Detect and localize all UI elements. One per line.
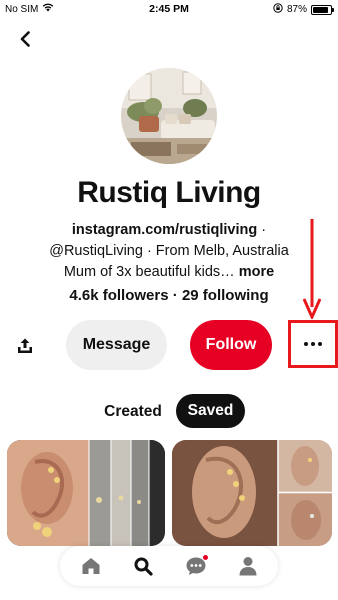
profile-icon	[239, 557, 257, 576]
follow-button[interactable]: Follow	[190, 320, 272, 370]
board-card[interactable]	[7, 440, 165, 546]
more-options-icon	[304, 342, 322, 346]
share-icon	[18, 338, 32, 353]
bio-line-2: @RustiqLiving · From Melb, Australia	[49, 243, 289, 259]
more-options-button[interactable]	[288, 320, 338, 368]
tab-saved[interactable]: Saved	[176, 394, 245, 428]
bio-separator: ·	[257, 222, 267, 238]
bio-text: Mum of 3x beautiful kids…	[63, 264, 235, 280]
bio-line-1: instagram.com/rustiqliving ·	[14, 220, 324, 241]
nav-home[interactable]	[78, 554, 104, 578]
board-cover-image	[7, 440, 165, 546]
chevron-left-icon	[20, 31, 30, 47]
profile-stats: 4.6k followers · 29 following	[0, 287, 338, 304]
nav-messages[interactable]	[183, 554, 209, 578]
followers-count[interactable]: 4.6k followers	[69, 287, 168, 304]
nav-search[interactable]	[130, 554, 156, 578]
notification-dot	[202, 554, 209, 561]
profile-bio: instagram.com/rustiqliving · @RustiqLivi…	[14, 220, 324, 283]
following-count[interactable]: 29 following	[182, 287, 269, 304]
bio-more-link[interactable]: more	[239, 264, 274, 280]
battery-percent: 87%	[286, 4, 307, 15]
home-icon	[82, 558, 100, 574]
website-link[interactable]: instagram.com/rustiqliving	[72, 222, 257, 238]
status-bar: No SIM 2:45 PM 87%	[0, 0, 338, 18]
orientation-lock-icon	[273, 3, 283, 16]
tab-created[interactable]: Created	[98, 397, 168, 427]
battery-icon	[311, 4, 334, 15]
board-card[interactable]	[172, 440, 332, 546]
battery-fill	[313, 6, 328, 13]
board-cover-image	[172, 440, 332, 546]
nav-profile[interactable]	[235, 554, 261, 578]
stats-separator: ·	[168, 287, 182, 304]
bio-line-3: Mum of 3x beautiful kids… more	[14, 262, 324, 283]
bottom-nav	[60, 546, 278, 586]
status-bar-right: 87%	[273, 3, 334, 16]
annotation-arrow	[302, 219, 322, 319]
avatar	[121, 68, 217, 164]
share-button[interactable]	[12, 333, 38, 359]
message-button[interactable]: Message	[66, 320, 167, 370]
profile-name: Rustiq Living	[77, 176, 261, 209]
back-button[interactable]	[12, 26, 38, 52]
search-icon	[134, 557, 153, 576]
